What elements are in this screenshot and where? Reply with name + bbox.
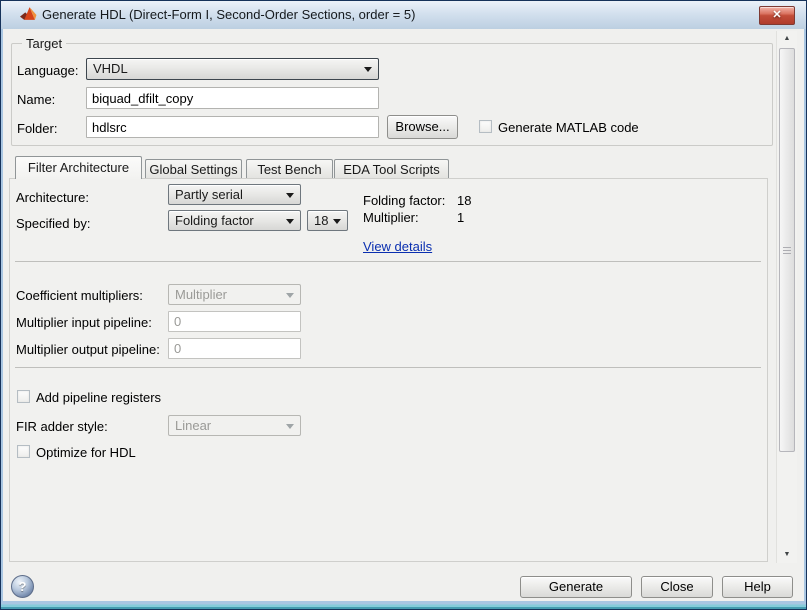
help-orb-button[interactable]: ? [11,575,34,598]
add-pipeline-registers-label: Add pipeline registers [36,390,162,405]
titlebar[interactable]: Generate HDL (Direct-Form I, Second-Orde… [1,1,806,29]
dropdown-arrow-icon [364,67,372,72]
dropdown-arrow-icon [333,218,341,224]
multiplier-input-pipeline-input [168,311,301,332]
folder-input[interactable] [86,116,379,138]
language-select-value: VHDL [93,61,128,76]
window-title: Generate HDL (Direct-Form I, Second-Orde… [42,7,416,22]
coefficient-multipliers-select: Multiplier [168,284,301,305]
view-details-link[interactable]: View details [363,239,432,254]
fir-adder-style-select: Linear [168,415,301,436]
tab-content-pane [9,178,768,562]
folding-factor-select[interactable]: 18 [307,210,348,231]
scroll-up-icon[interactable]: ▲ [777,32,797,46]
target-legend: Target [22,36,67,51]
dropdown-arrow-icon [286,218,294,224]
dropdown-arrow-icon [286,292,294,298]
multiplier-output-pipeline-input [168,338,301,359]
titlebar-close-button[interactable]: ✕ [759,6,795,25]
multiplier-output-pipeline-label: Multiplier output pipeline: [16,342,160,357]
generate-hdl-dialog: Generate HDL (Direct-Form I, Second-Orde… [0,0,807,610]
name-input[interactable] [86,87,379,109]
generate-matlab-label: Generate MATLAB code [498,120,639,135]
matlab-icon [20,6,37,23]
dropdown-arrow-icon [286,192,294,198]
specified-by-label: Specified by: [16,216,91,231]
separator [15,367,761,368]
separator [15,261,761,262]
close-icon: ✕ [772,9,782,21]
specified-by-select[interactable]: Folding factor [168,210,301,231]
folder-label: Folder: [17,121,58,136]
help-button[interactable]: Help [722,576,793,598]
multiplier-info-value: 1 [457,210,465,225]
window-frame-bottom [1,601,806,609]
tab-global-settings[interactable]: Global Settings [145,159,242,178]
add-pipeline-registers-checkbox [17,390,30,403]
question-icon: ? [18,579,27,594]
folding-factor-info-label: Folding factor: [363,193,446,208]
scroll-grip-icon [783,250,791,251]
multiplier-info-label: Multiplier: [363,210,419,225]
close-button[interactable]: Close [641,576,713,598]
optimize-for-hdl-label: Optimize for HDL [36,445,136,460]
optimize-for-hdl-checkbox [17,445,30,458]
scroll-thumb[interactable] [779,48,795,452]
tab-filter-architecture[interactable]: Filter Architecture [15,156,142,179]
generate-button[interactable]: Generate [520,576,632,598]
tab-test-bench[interactable]: Test Bench [246,159,333,178]
scroll-down-icon[interactable]: ▼ [777,548,797,562]
fir-adder-style-label: FIR adder style: [16,419,108,434]
architecture-select[interactable]: Partly serial [168,184,301,205]
coefficient-multipliers-label: Coefficient multipliers: [16,288,143,303]
browse-button[interactable]: Browse... [387,115,458,139]
vertical-scrollbar[interactable]: ▲ ▼ [776,31,797,563]
dropdown-arrow-icon [286,423,294,429]
language-select[interactable]: VHDL [86,58,379,80]
multiplier-input-pipeline-label: Multiplier input pipeline: [16,315,152,330]
name-label: Name: [17,92,56,107]
folding-factor-info-value: 18 [457,193,472,208]
language-label: Language: [17,63,79,78]
tab-eda-tool-scripts[interactable]: EDA Tool Scripts [334,159,449,178]
architecture-label: Architecture: [16,190,89,205]
generate-matlab-checkbox [479,120,492,133]
